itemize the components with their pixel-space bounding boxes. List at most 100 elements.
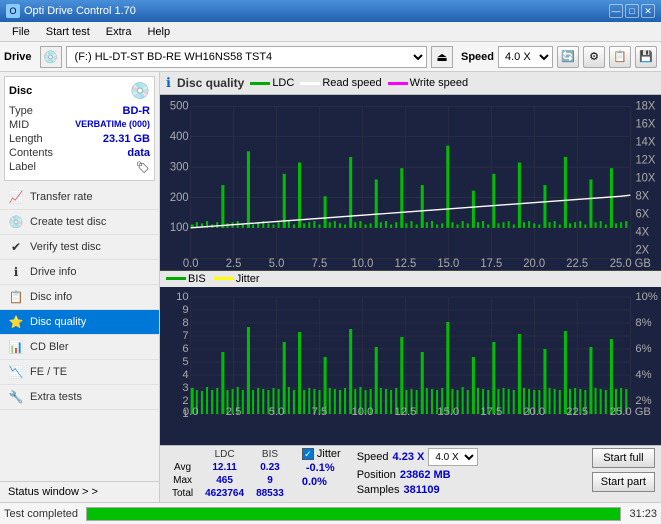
sidebar-item-fe-te[interactable]: 📉 FE / TE [0,360,159,385]
disc-key-type: Type [9,105,33,117]
sidebar-item-disc-quality[interactable]: ⭐ Disc quality [0,310,159,335]
svg-text:3: 3 [182,382,188,394]
legend-jitter: Jitter [214,273,260,285]
menu-extra[interactable]: Extra [98,24,140,40]
legend-jitter-label: Jitter [236,273,260,285]
bottom-chart-area: 10 9 8 7 6 5 4 3 2 1 10% 8% 6% [160,287,661,417]
progress-bar-container [86,507,621,521]
legend-bis: BIS [166,273,206,285]
app-icon: O [6,4,20,18]
stats-col-bis: BIS [250,448,290,461]
status-window-button[interactable]: Status window > > [0,481,159,502]
svg-text:4%: 4% [635,369,651,381]
speed-info-dropdown[interactable]: 4.0 X 2.0 X [428,448,478,466]
svg-text:17.5: 17.5 [480,406,502,417]
start-part-button[interactable]: Start part [592,472,655,492]
sidebar-menu: 📈 Transfer rate 💿 Create test disc ✔ Ver… [0,185,159,481]
sidebar-item-drive-info[interactable]: ℹ Drive info [0,260,159,285]
save-button[interactable]: 💾 [635,46,657,68]
fe-te-icon: 📉 [8,365,24,379]
position-label: Position [357,469,396,481]
sidebar-label-verify-test-disc: Verify test disc [30,241,101,253]
legend-ldc-label: LDC [272,77,294,89]
eject-button[interactable]: ⏏ [431,46,453,68]
menu-help[interactable]: Help [139,24,178,40]
sidebar-label-disc-quality: Disc quality [30,316,86,328]
status-bar: Test completed 31:23 [0,502,661,524]
stats-panel: LDC BIS Avg 12.11 0.23 Max 465 [160,445,661,502]
stats-ldc-max: 465 [199,474,250,487]
disc-val-label: 🏷 [136,161,150,174]
sidebar-item-extra-tests[interactable]: 🔧 Extra tests [0,385,159,410]
sidebar-item-create-test-disc[interactable]: 💿 Create test disc [0,210,159,235]
svg-text:25.0 GB: 25.0 GB [610,256,651,270]
disc-info-icon: 📋 [8,290,24,304]
drive-label: Drive [4,51,32,63]
svg-text:6%: 6% [635,343,651,355]
svg-text:5.0: 5.0 [269,406,285,417]
stats-ldc-total: 4623764 [199,487,250,500]
speed-select[interactable]: 4.0 X 2.0 X 1.0 X MAX [498,46,553,68]
status-time: 31:23 [629,508,657,520]
svg-text:12X: 12X [635,152,655,167]
sidebar-label-transfer-rate: Transfer rate [30,191,93,203]
minimize-button[interactable]: — [609,4,623,18]
sidebar-item-transfer-rate[interactable]: 📈 Transfer rate [0,185,159,210]
stats-label-avg: Avg [166,461,199,474]
svg-text:8%: 8% [635,317,651,329]
settings-button[interactable]: ⚙ [583,46,605,68]
svg-text:200: 200 [170,189,189,204]
svg-text:22.5: 22.5 [566,406,588,417]
drive-select[interactable]: (F:) HL-DT-ST BD-RE WH16NS58 TST4 [66,46,427,68]
sidebar-label-drive-info: Drive info [30,266,76,278]
svg-text:20.0: 20.0 [523,406,545,417]
stats-ldc-avg: 12.11 [199,461,250,474]
legend-write-speed: Write speed [388,77,469,89]
svg-text:7.5: 7.5 [312,406,328,417]
disc-quality-icon: ⭐ [8,315,24,329]
position-val: 23862 MB [400,469,451,481]
copy-button[interactable]: 📋 [609,46,631,68]
svg-text:17.5: 17.5 [480,256,502,270]
speed-info-section: Speed 4.23 X 4.0 X 2.0 X Position 23862 … [357,448,479,496]
menu-file[interactable]: File [4,24,38,40]
legend-read-speed-label: Read speed [322,77,381,89]
stats-bis-max: 9 [250,474,290,487]
svg-text:25.0 GB: 25.0 GB [610,406,651,417]
svg-text:6: 6 [182,343,188,355]
start-full-button[interactable]: Start full [592,448,655,468]
disc-row-length: Length 23.31 GB [9,133,150,145]
status-window-label: Status window > > [8,486,98,498]
svg-text:16X: 16X [635,116,655,131]
close-button[interactable]: ✕ [641,4,655,18]
main-content: Disc 💿 Type BD-R MID VERBATIMe (000) Len… [0,72,661,502]
svg-text:5: 5 [182,356,188,368]
verify-test-disc-icon: ✔ [8,240,24,254]
sidebar-item-cd-bler[interactable]: 📊 CD Bler [0,335,159,360]
svg-text:400: 400 [170,129,189,144]
right-panel: ℹ Disc quality LDC Read speed Write spee… [160,72,661,502]
drive-icon: 💿 [40,46,62,68]
disc-val-type: BD-R [123,105,151,117]
refresh-button[interactable]: 🔄 [557,46,579,68]
app-title: Opti Drive Control 1.70 [24,5,136,17]
jitter-avg-val: -0.1% [306,462,335,474]
sidebar-item-verify-test-disc[interactable]: ✔ Verify test disc [0,235,159,260]
svg-text:4X: 4X [635,224,649,239]
create-test-disc-icon: 💿 [8,215,24,229]
jitter-checkbox[interactable] [302,448,314,460]
disc-row-contents: Contents data [9,147,150,159]
svg-text:7.5: 7.5 [312,256,328,270]
stats-col-empty [166,448,199,461]
jitter-max-val: 0.0% [302,476,327,488]
disc-key-length: Length [9,133,43,145]
transfer-rate-icon: 📈 [8,190,24,204]
maximize-button[interactable]: □ [625,4,639,18]
samples-val: 381109 [404,484,440,496]
sidebar-item-disc-info[interactable]: 📋 Disc info [0,285,159,310]
svg-text:20.0: 20.0 [523,256,545,270]
svg-text:15.0: 15.0 [437,256,459,270]
menu-start-test[interactable]: Start test [38,24,98,40]
svg-text:10: 10 [176,291,188,303]
disc-row-label: Label 🏷 [9,161,150,174]
